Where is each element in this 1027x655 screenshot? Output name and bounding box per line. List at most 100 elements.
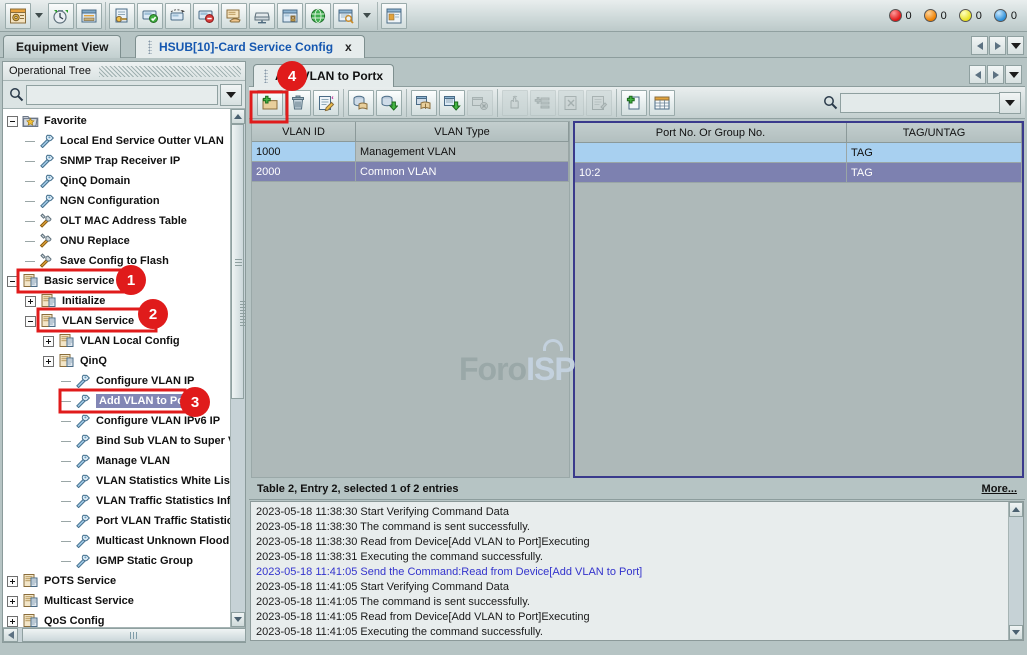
table-cell[interactable]: 1000 xyxy=(252,142,356,162)
table-row[interactable]: TAG xyxy=(575,143,1022,163)
tree-hscroll-track[interactable] xyxy=(18,628,230,642)
log-scroll-track[interactable] xyxy=(1009,517,1023,625)
server-icon[interactable] xyxy=(249,3,275,29)
table-cell[interactable]: 10:2 xyxy=(575,163,847,183)
tree-item-vlan-service[interactable]: VLAN Service xyxy=(3,311,230,331)
expand-icon[interactable] xyxy=(43,336,54,347)
close-icon[interactable]: x xyxy=(345,40,352,54)
operational-tree[interactable]: FavoriteLocal End Service Outter VLANSNM… xyxy=(3,109,230,627)
tree-horizontal-scrollbar[interactable] xyxy=(3,627,245,642)
tab-scroll-right-button[interactable] xyxy=(989,36,1006,55)
read-table-button[interactable] xyxy=(411,90,437,116)
dropdown-arrow-icon[interactable] xyxy=(360,3,373,29)
column-header-port-no[interactable]: Port No. Or Group No. xyxy=(575,123,847,142)
tree-item-manage-vlan[interactable]: Manage VLAN xyxy=(3,451,230,471)
content-tab-list-button[interactable] xyxy=(1005,65,1022,84)
timer-icon[interactable] xyxy=(48,3,74,29)
close-icon[interactable]: x xyxy=(376,69,383,83)
tree-scroll-up-button[interactable] xyxy=(231,109,245,124)
tree-scroll-down-button[interactable] xyxy=(231,612,245,627)
table-cell[interactable]: TAG xyxy=(847,163,1022,183)
expand-icon[interactable] xyxy=(7,596,18,607)
collapse-icon[interactable] xyxy=(7,276,18,287)
window-settings-icon[interactable] xyxy=(5,3,31,29)
card-hand-icon[interactable] xyxy=(221,3,247,29)
add-button[interactable] xyxy=(257,90,283,116)
collapse-icon[interactable] xyxy=(25,316,36,327)
tree-item-basic-service[interactable]: Basic service xyxy=(3,271,230,291)
write-to-device-button[interactable] xyxy=(376,90,402,116)
read-from-device-button[interactable] xyxy=(348,90,374,116)
grid-button[interactable] xyxy=(649,90,675,116)
content-tab-scroll-right-button[interactable] xyxy=(987,65,1004,84)
tree-item-ngn-configuration[interactable]: NGN Configuration xyxy=(3,191,230,211)
edit-button[interactable] xyxy=(313,90,339,116)
port-table[interactable]: Port No. Or Group No. TAG/UNTAG TAG10:2T… xyxy=(573,121,1024,478)
expand-icon[interactable] xyxy=(7,576,18,587)
log-scroll-up-button[interactable] xyxy=(1009,502,1023,517)
tree-item-vlan-statistics-white-list[interactable]: VLAN Statistics White List xyxy=(3,471,230,491)
column-header-vlan-type[interactable]: VLAN Type xyxy=(356,122,569,141)
tab-scroll-left-button[interactable] xyxy=(971,36,988,55)
tree-item-pots-service[interactable]: POTS Service xyxy=(3,571,230,591)
alarm-critical[interactable]: 0 xyxy=(889,9,912,22)
panel-splitter[interactable] xyxy=(238,300,246,340)
tree-item-qinq-domain[interactable]: QinQ Domain xyxy=(3,171,230,191)
tab-add-vlan-to-port[interactable]: Add VLAN to Port x xyxy=(253,64,394,87)
delete-button[interactable] xyxy=(285,90,311,116)
tab-equipment-view[interactable]: Equipment View xyxy=(3,35,121,58)
content-search-input[interactable] xyxy=(840,93,1000,113)
tree-item-port-vlan-traffic-statistics[interactable]: Port VLAN Traffic Statistics xyxy=(3,511,230,531)
tree-item-snmp-trap-receiver-ip[interactable]: SNMP Trap Receiver IP xyxy=(3,151,230,171)
tree-item-configure-vlan-ip[interactable]: Configure VLAN IP xyxy=(3,371,230,391)
write-table-button[interactable] xyxy=(439,90,465,116)
device-remove-icon[interactable] xyxy=(193,3,219,29)
alarm-major[interactable]: 0 xyxy=(924,9,947,22)
new-entry-button[interactable] xyxy=(621,90,647,116)
more-link[interactable]: More... xyxy=(982,483,1017,495)
tab-list-button[interactable] xyxy=(1007,36,1024,55)
expand-icon[interactable] xyxy=(7,616,18,627)
content-tab-scroll-left-button[interactable] xyxy=(969,65,986,84)
column-header-tag-untag[interactable]: TAG/UNTAG xyxy=(847,123,1022,142)
expand-icon[interactable] xyxy=(43,356,54,367)
tree-item-qinq[interactable]: QinQ xyxy=(3,351,230,371)
dropdown-arrow-icon[interactable] xyxy=(32,3,45,29)
report-icon[interactable] xyxy=(76,3,102,29)
alarm-minor[interactable]: 0 xyxy=(959,9,982,22)
alarm-warning[interactable]: 0 xyxy=(994,9,1017,22)
document-key-icon[interactable] xyxy=(109,3,135,29)
log-scroll-down-button[interactable] xyxy=(1009,625,1023,640)
device-check-icon[interactable] xyxy=(137,3,163,29)
log-vertical-scrollbar[interactable] xyxy=(1008,502,1023,640)
table-row[interactable]: 1000Management VLAN xyxy=(252,142,569,162)
table-cell[interactable]: 2000 xyxy=(252,162,356,182)
tree-item-initialize[interactable]: Initialize xyxy=(3,291,230,311)
content-search-dropdown-button[interactable] xyxy=(999,92,1021,114)
window-search-icon[interactable] xyxy=(333,3,359,29)
tree-item-vlan-local-config[interactable]: VLAN Local Config xyxy=(3,331,230,351)
table-cell[interactable]: TAG xyxy=(847,143,1022,163)
tree-item-onu-replace[interactable]: ONU Replace xyxy=(3,231,230,251)
tree-item-igmp-static-group[interactable]: IGMP Static Group xyxy=(3,551,230,571)
globe-icon[interactable] xyxy=(305,3,331,29)
tree-item-vlan-traffic-statistics-info[interactable]: VLAN Traffic Statistics Info xyxy=(3,491,230,511)
tree-item-olt-mac-address-table[interactable]: OLT MAC Address Table xyxy=(3,211,230,231)
tree-item-add-vlan-to-port[interactable]: Add VLAN to Port xyxy=(3,391,230,411)
tree-hscroll-thumb[interactable] xyxy=(22,628,246,642)
tab-card-service-config[interactable]: HSUB[10]-Card Service Config x xyxy=(135,35,365,58)
tree-search-dropdown-button[interactable] xyxy=(220,84,242,106)
tree-hscroll-left-button[interactable] xyxy=(3,628,18,642)
rack-icon[interactable] xyxy=(277,3,303,29)
tree-scroll-thumb[interactable] xyxy=(231,124,244,399)
table-cell[interactable]: Management VLAN xyxy=(356,142,569,162)
tree-item-qos-config[interactable]: QoS Config xyxy=(3,611,230,627)
table-row[interactable]: 10:2TAG xyxy=(575,163,1022,183)
tree-item-bind-sub-vlan-to-super-vl[interactable]: Bind Sub VLAN to Super VL xyxy=(3,431,230,451)
vlan-table[interactable]: VLAN ID VLAN Type 1000Management VLAN200… xyxy=(251,121,570,478)
tree-item-configure-vlan-ipv6-ip[interactable]: Configure VLAN IPv6 IP xyxy=(3,411,230,431)
tree-item-local-end-service-outter-vlan[interactable]: Local End Service Outter VLAN xyxy=(3,131,230,151)
device-link-icon[interactable] xyxy=(165,3,191,29)
tree-item-multicast-unknown-flood[interactable]: Multicast Unknown Flood xyxy=(3,531,230,551)
expand-icon[interactable] xyxy=(25,296,36,307)
